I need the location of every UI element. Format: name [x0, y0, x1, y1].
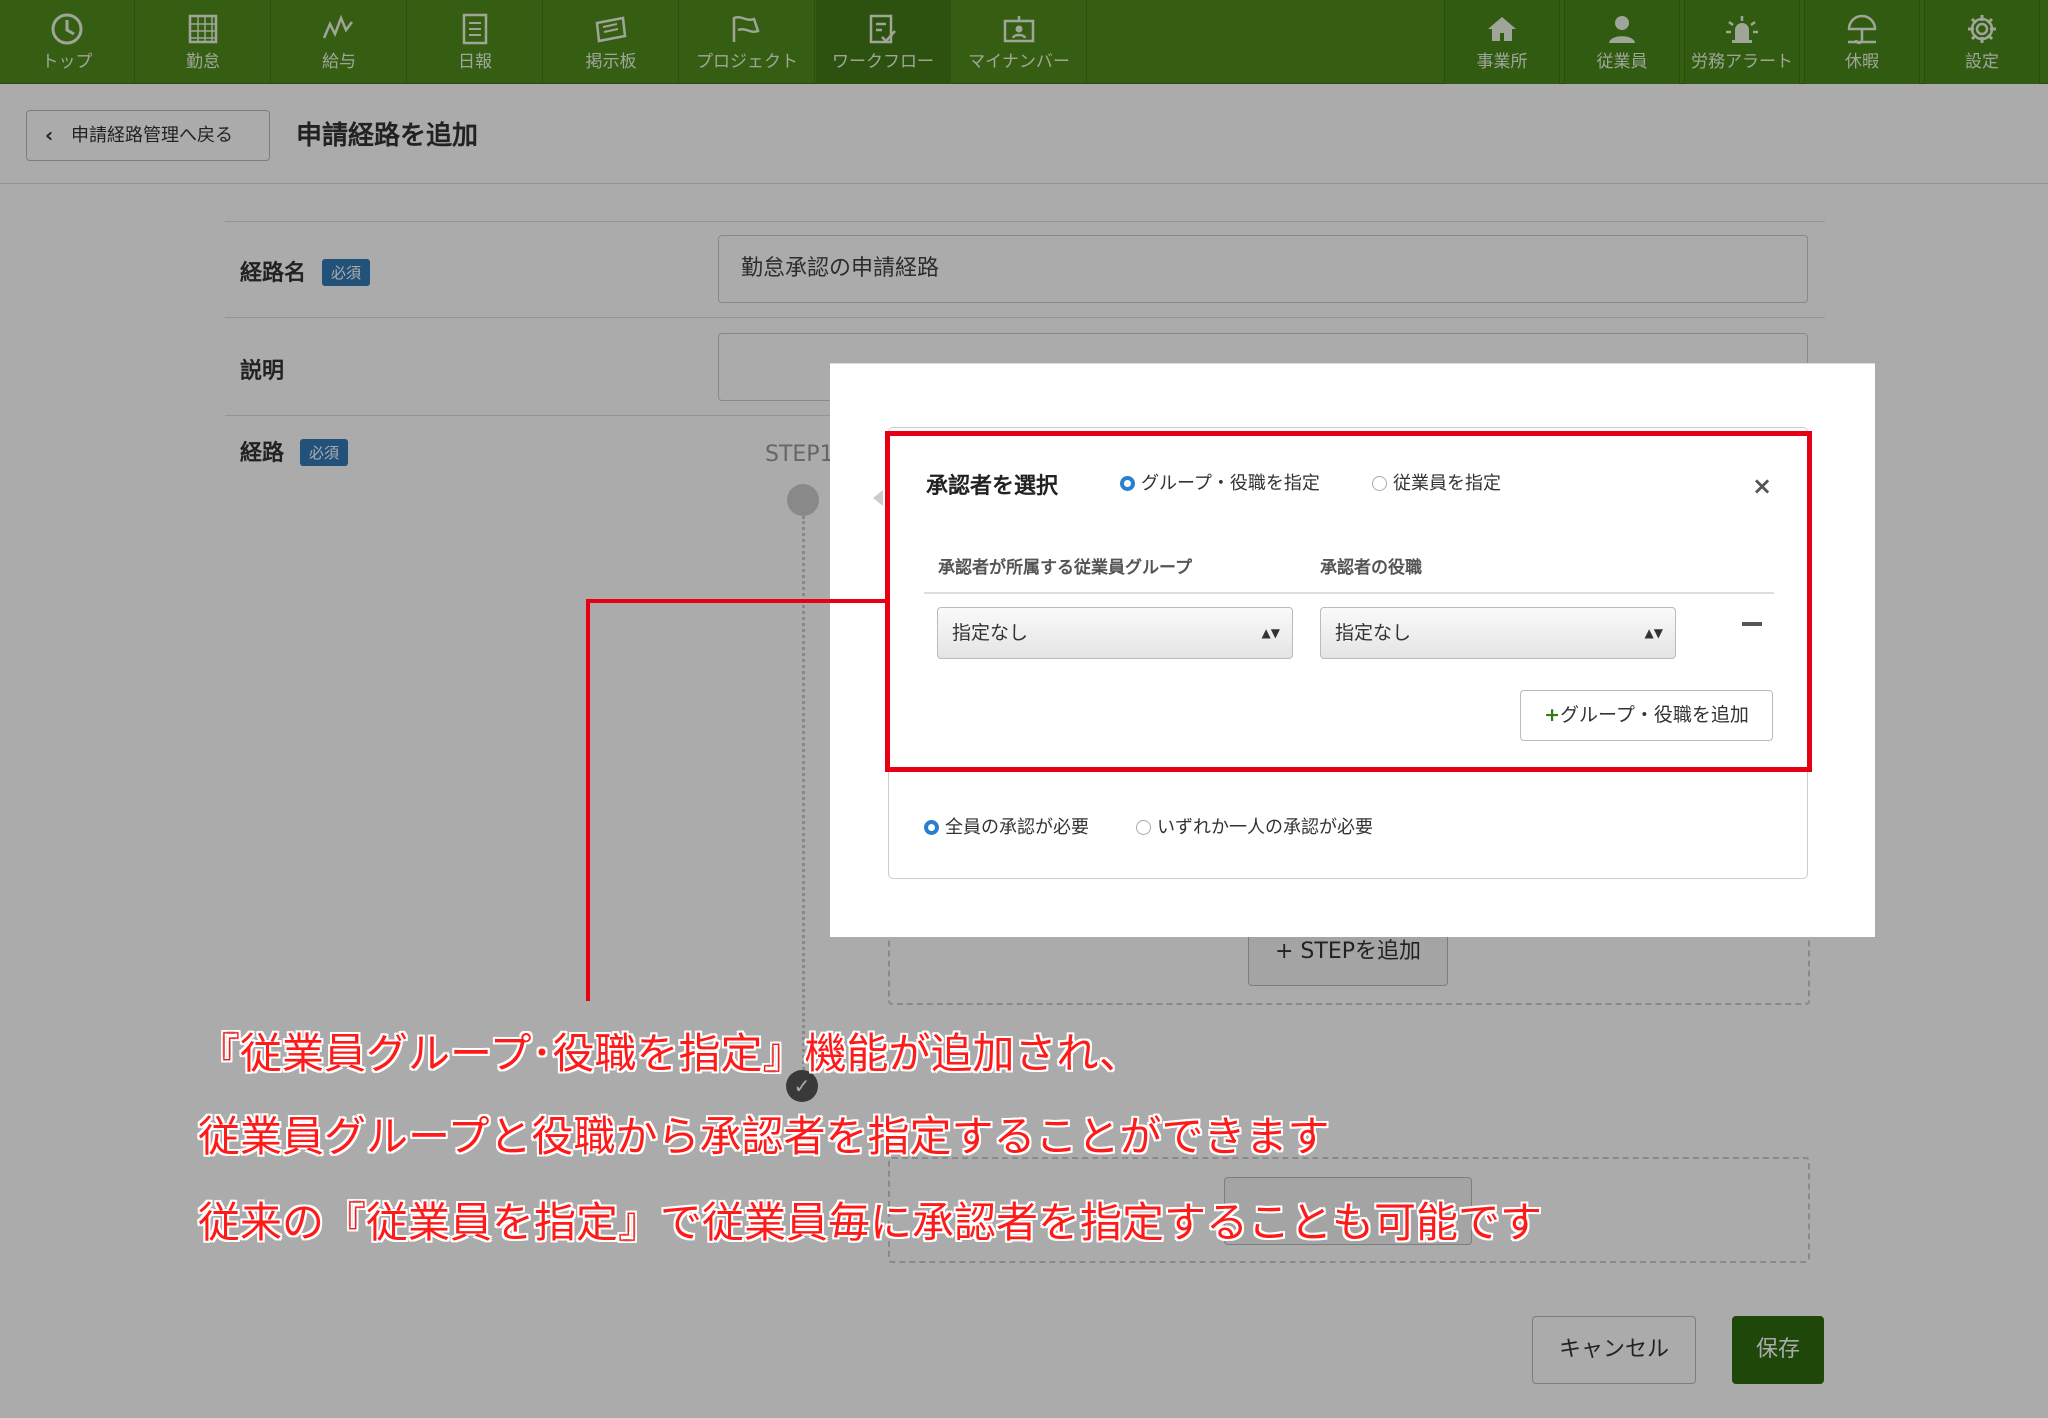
save-button[interactable]: 保存 [1732, 1316, 1824, 1384]
required-badge: 必須 [300, 439, 349, 466]
umbrella-icon [1805, 12, 1919, 46]
route-name-label: 経路名 必須 [240, 255, 371, 287]
flag-icon [680, 12, 814, 46]
checklist-icon [816, 12, 950, 46]
nav-item-settings[interactable]: 設定 [1924, 0, 2040, 84]
nav-item-workflow[interactable]: ワークフロー [816, 0, 951, 84]
chevron-left-icon: ‹ [45, 123, 54, 147]
board-icon [544, 12, 678, 46]
radio-unselected-icon [1136, 820, 1151, 835]
nav-item-leave[interactable]: 休暇 [1804, 0, 1920, 84]
radio-selected-icon [924, 820, 939, 835]
nav-item-employees[interactable]: 従業員 [1564, 0, 1680, 84]
annotation-line-2: 従業員グループと役職から承認者を指定することができます [198, 1112, 1330, 1161]
callout-line [588, 599, 887, 603]
route-name-input[interactable]: 勤怠承認の申請経路 [718, 235, 1808, 303]
required-badge: 必須 [322, 259, 371, 286]
callout-line [586, 599, 590, 1001]
gear-icon [1925, 12, 2039, 46]
nav-item-daily-report[interactable]: 日報 [408, 0, 543, 84]
radio-all-approve[interactable]: 全員の承認が必要 [924, 816, 1089, 840]
route-label: 経路 必須 [240, 435, 349, 467]
highlight-box [885, 431, 1812, 772]
clock-icon [0, 12, 134, 46]
annotation-line-1: 『従業員グループ･役職を指定』機能が追加され、 [198, 1029, 1141, 1078]
description-label: 説明 [240, 359, 285, 384]
home-icon [1445, 12, 1559, 46]
nav-item-project[interactable]: プロジェクト [680, 0, 815, 84]
step-label: STEP1 [765, 442, 834, 467]
grid-icon [136, 12, 270, 46]
nav-item-labor-alert[interactable]: 労務アラート [1684, 0, 1800, 84]
divider [225, 221, 1825, 222]
nav-item-office[interactable]: 事業所 [1444, 0, 1560, 84]
id-card-icon [952, 12, 1086, 46]
divider [225, 317, 1825, 318]
nav-item-attendance[interactable]: 勤怠 [136, 0, 271, 84]
top-navbar: トップ 勤怠 給与 日報 掲示板 プロジェクト ワークフロー マイナンバー 事業… [0, 0, 2048, 84]
nav-item-payroll[interactable]: 給与 [272, 0, 407, 84]
plus-icon: + [1274, 939, 1294, 964]
back-to-route-management-button[interactable]: ‹ 申請経路管理へ戻る [26, 110, 270, 161]
step-dot [787, 484, 819, 516]
step-card-pointer [873, 490, 883, 506]
nav-item-bulletin[interactable]: 掲示板 [544, 0, 679, 84]
annotation-line-3: 従来の『従業員を指定』で従業員毎に承認者を指定することも可能です [198, 1198, 1543, 1247]
nav-item-my-number[interactable]: マイナンバー [952, 0, 1087, 84]
siren-icon [1685, 12, 1799, 46]
page-title: 申請経路を追加 [296, 121, 479, 151]
cancel-button[interactable]: キャンセル [1532, 1316, 1696, 1384]
person-icon [1565, 12, 1679, 46]
nav-item-top[interactable]: トップ [0, 0, 135, 84]
radio-any-approve[interactable]: いずれか一人の承認が必要 [1136, 816, 1373, 840]
document-icon [408, 12, 542, 46]
zigzag-chart-icon [272, 12, 406, 46]
